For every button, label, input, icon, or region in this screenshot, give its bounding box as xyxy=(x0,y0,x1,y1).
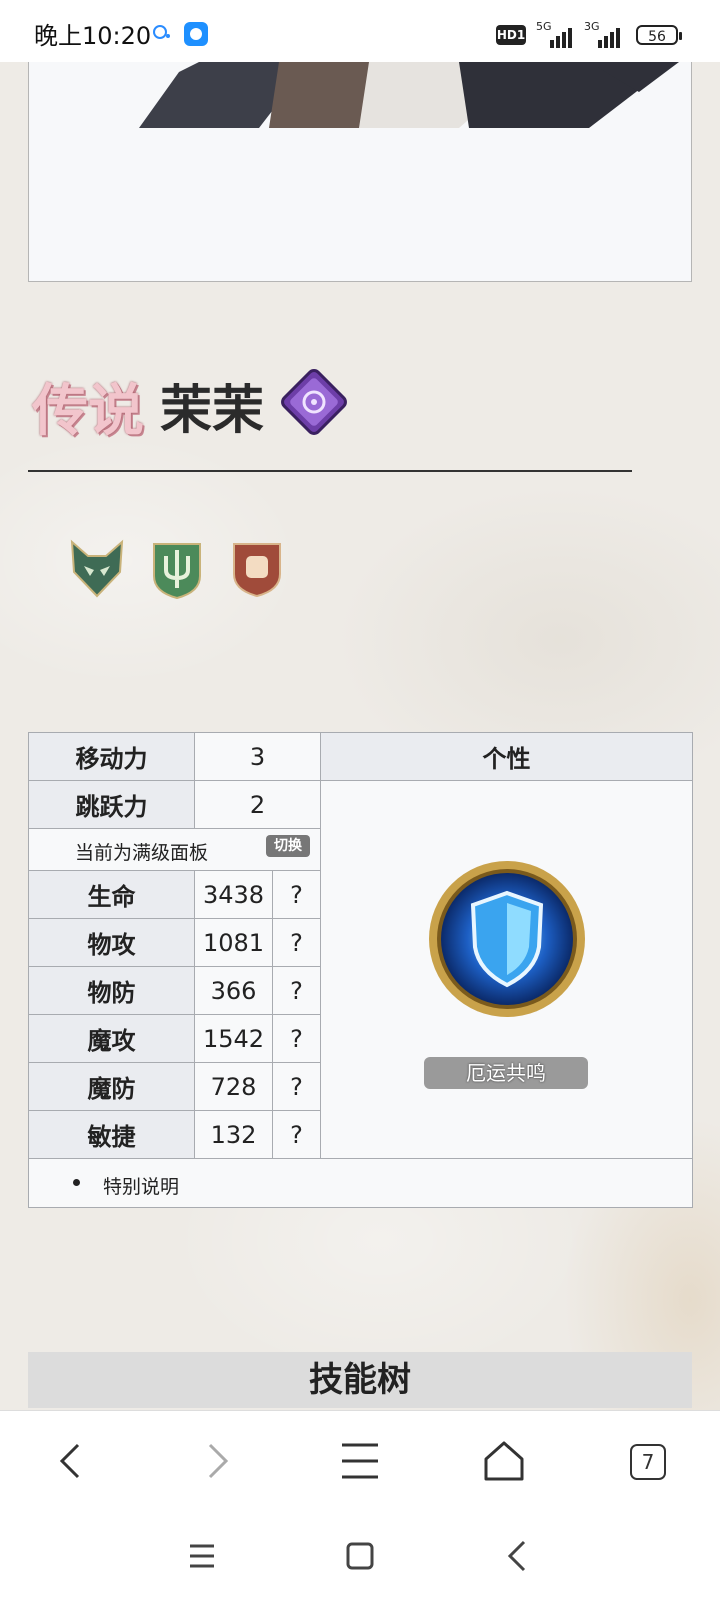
stat-label: 生命 xyxy=(28,870,195,919)
stat-label: 魔攻 xyxy=(28,1014,195,1063)
jump-value: 2 xyxy=(194,780,321,829)
trait-panel: 厄运共鸣 xyxy=(320,780,693,1159)
status-bar: 晚上10:20 HD1 5G 3G 56 xyxy=(0,0,720,62)
cloud-sync-icon xyxy=(153,25,170,39)
shield-trait-icon[interactable] xyxy=(427,859,587,1019)
home-icon[interactable] xyxy=(482,1439,526,1483)
faction-icons xyxy=(66,536,296,606)
system-navigation-bar xyxy=(0,1510,720,1600)
character-art-frame xyxy=(28,62,692,282)
trait-name-label[interactable]: 厄运共鸣 xyxy=(424,1057,588,1089)
home-square-icon[interactable] xyxy=(340,1536,380,1576)
stats-table: 移动力 3 个性 跳跃力 2 厄运共鸣 当前为满级面板 切换 生命 3438 ?… xyxy=(28,732,693,1208)
stat-value: 3438 xyxy=(194,870,273,919)
wolf-crest-icon[interactable] xyxy=(66,536,128,600)
rarity-label: 传说 xyxy=(32,378,144,444)
stat-help-link[interactable]: ? xyxy=(272,870,321,919)
system-back-icon[interactable] xyxy=(498,1536,538,1576)
switch-button[interactable]: 切换 xyxy=(266,835,310,857)
character-name: 茉茉 xyxy=(160,381,265,441)
special-note-row[interactable]: 特别说明 xyxy=(28,1158,693,1208)
stat-help-link[interactable]: ? xyxy=(272,1014,321,1063)
stat-help-link[interactable]: ? xyxy=(272,918,321,967)
stat-value: 366 xyxy=(194,966,273,1015)
menu-icon[interactable] xyxy=(338,1439,382,1483)
battery-icon: 56 xyxy=(636,25,682,45)
stat-value: 1542 xyxy=(194,1014,273,1063)
stat-value: 132 xyxy=(194,1110,273,1159)
fist-shield-icon[interactable] xyxy=(226,536,288,600)
tabs-button[interactable]: 7 xyxy=(630,1444,666,1480)
signal-5g-icon: 5G xyxy=(536,20,582,48)
title-divider xyxy=(28,470,632,472)
stat-label: 物防 xyxy=(28,966,195,1015)
stat-help-link[interactable]: ? xyxy=(272,1062,321,1111)
browser-toolbar xyxy=(0,1410,720,1510)
stat-value: 1081 xyxy=(194,918,273,967)
stat-value: 728 xyxy=(194,1062,273,1111)
trident-crest-icon[interactable] xyxy=(146,536,208,600)
stat-label: 敏捷 xyxy=(28,1110,195,1159)
jump-label: 跳跃力 xyxy=(28,780,195,829)
panel-note-row: 当前为满级面板 切换 xyxy=(28,828,321,871)
special-note[interactable]: 特别说明 xyxy=(103,1172,179,1199)
character-title: 传说 茉茉 xyxy=(32,360,692,444)
signal-3g-icon: 3G xyxy=(584,20,630,48)
class-diamond-icon xyxy=(281,369,347,435)
bullet-icon xyxy=(73,1179,80,1186)
hd-voice-badge: HD1 xyxy=(496,25,526,45)
forward-arrow-icon[interactable] xyxy=(194,1439,238,1483)
stat-help-link[interactable]: ? xyxy=(272,966,321,1015)
trait-header: 个性 xyxy=(320,732,693,781)
panel-note: 当前为满级面板 xyxy=(75,842,209,864)
move-value: 3 xyxy=(194,732,321,781)
status-time: 晚上10:20 xyxy=(34,22,152,50)
move-label: 移动力 xyxy=(28,732,195,781)
character-art-image xyxy=(139,62,679,128)
app-notification-icon xyxy=(184,22,208,46)
stat-label: 魔防 xyxy=(28,1062,195,1111)
back-arrow-icon[interactable] xyxy=(50,1439,94,1483)
recent-apps-icon[interactable] xyxy=(182,1536,222,1576)
stat-label: 物攻 xyxy=(28,918,195,967)
skill-tree-heading: 技能树 xyxy=(28,1352,692,1408)
stat-help-link[interactable]: ? xyxy=(272,1110,321,1159)
